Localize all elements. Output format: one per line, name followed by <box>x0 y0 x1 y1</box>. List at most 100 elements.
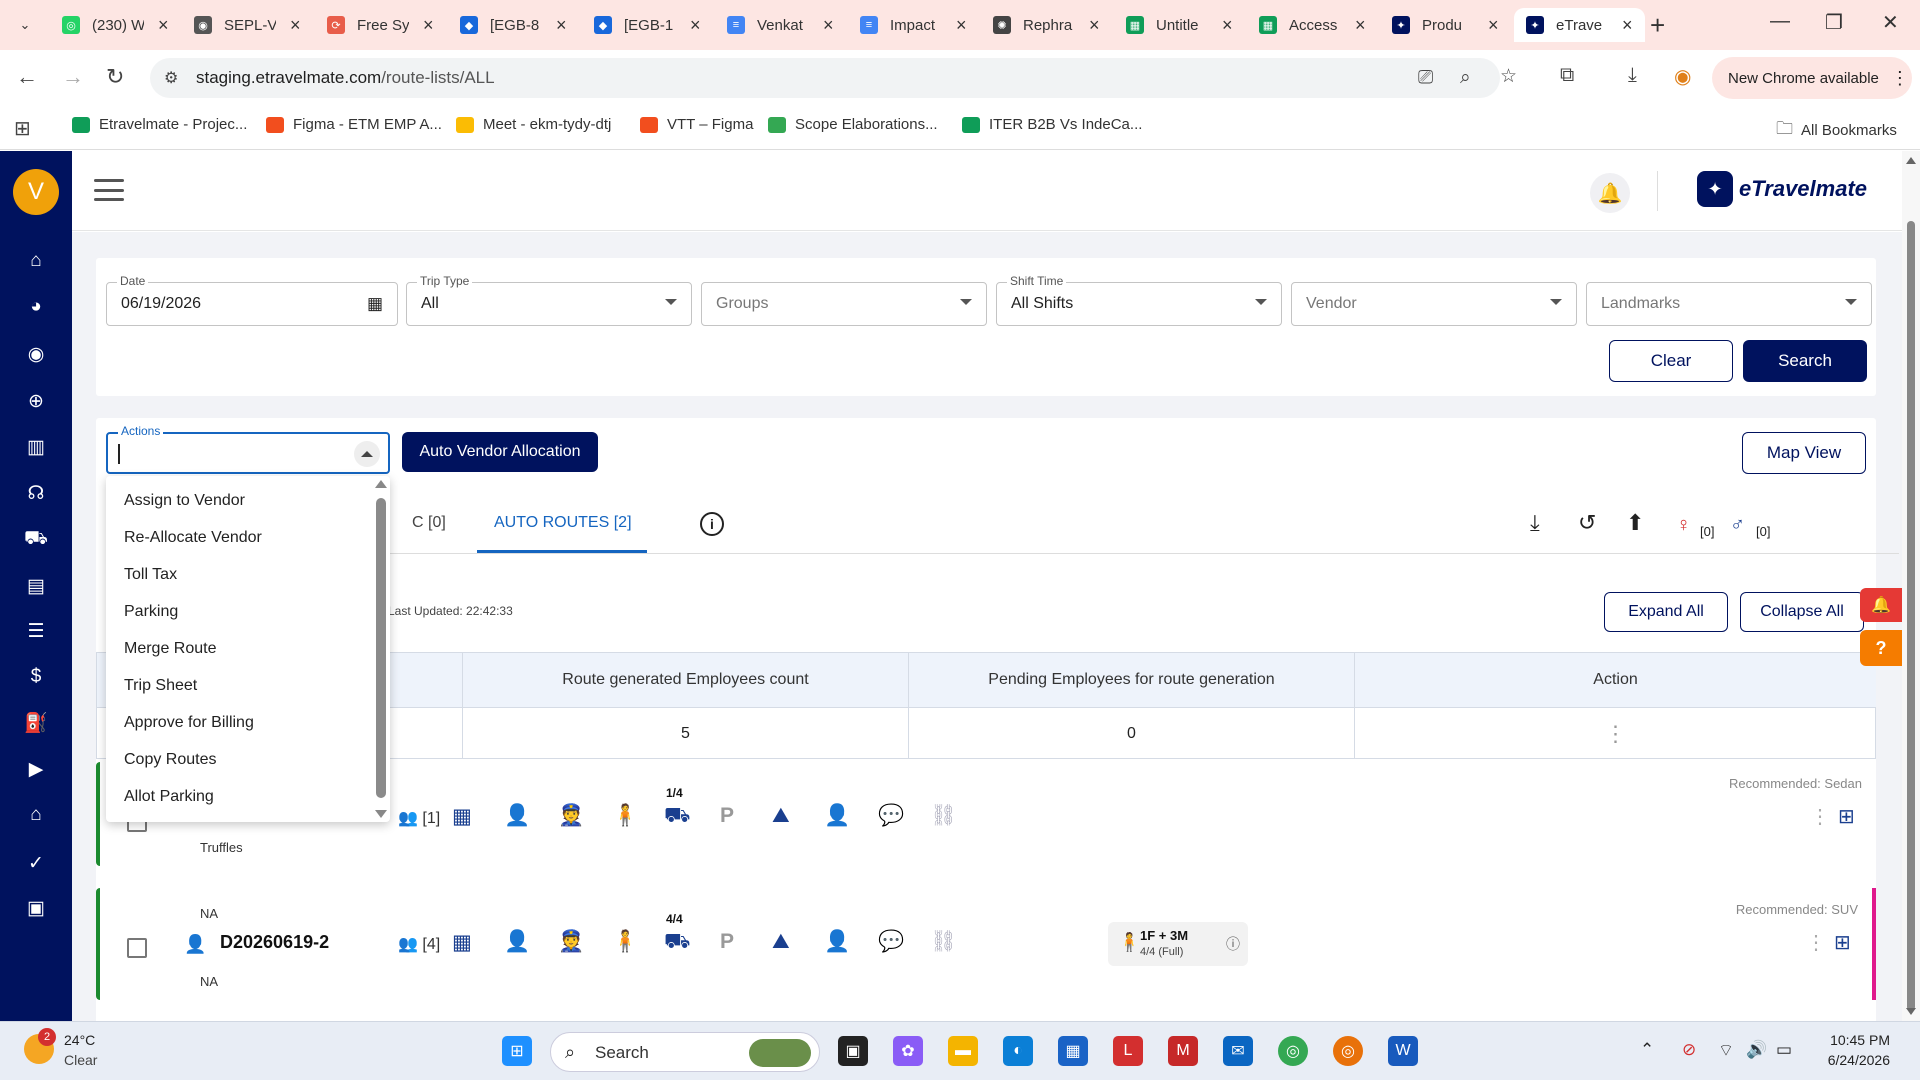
extensions-icon[interactable]: ⧉ <box>1560 64 1574 87</box>
employee-icon[interactable]: 🧍 <box>612 804 638 828</box>
scroll-up-icon[interactable] <box>375 480 387 488</box>
tab-close-icon[interactable]: × <box>1622 15 1633 36</box>
expand-route-icon[interactable]: ⊞ <box>1838 804 1855 829</box>
clipboard-icon[interactable]: ▤ <box>24 574 48 598</box>
scroll-down-icon[interactable] <box>1906 1008 1916 1015</box>
taskbar-search[interactable]: ⌕ Search <box>550 1032 820 1072</box>
avatar[interactable]: V <box>13 169 59 215</box>
video-icon[interactable]: ▶ <box>24 757 48 781</box>
tab-close-icon[interactable]: × <box>1355 15 1366 36</box>
actions-combobox[interactable]: Actions <box>106 424 390 474</box>
toll-icon[interactable]: ⛰ <box>772 804 790 828</box>
volume-icon[interactable]: 🔊 <box>1746 1040 1767 1060</box>
tab-close-icon[interactable]: × <box>1222 15 1233 36</box>
menu-item-parking[interactable]: Parking <box>124 603 178 621</box>
tab-close-icon[interactable]: × <box>556 15 567 36</box>
forward-icon[interactable]: → <box>62 64 84 90</box>
bookmark-item[interactable]: Scope Elaborations... <box>768 116 938 133</box>
wifi-icon[interactable]: ⌔ <box>1718 1040 1734 1061</box>
task-view-icon[interactable]: ▣ <box>838 1036 868 1066</box>
restore-icon[interactable]: ❐ <box>1825 10 1843 35</box>
tab-close-icon[interactable]: × <box>690 15 701 36</box>
close-window-icon[interactable]: ✕ <box>1882 10 1899 35</box>
home-icon[interactable]: ⌂ <box>24 249 48 273</box>
menu-item-toll-tax[interactable]: Toll Tax <box>124 566 177 584</box>
back-icon[interactable]: ← <box>16 64 38 90</box>
menu-item-approve-for-billing[interactable]: Approve for Billing <box>124 714 254 732</box>
download-icon[interactable]: ⤓ <box>1628 64 1637 87</box>
schedule-icon[interactable]: ▦ <box>452 930 472 955</box>
menu-item-trip-sheet[interactable]: Trip Sheet <box>124 677 197 695</box>
group-count[interactable]: 👥 [4] <box>398 934 440 954</box>
car-icon[interactable]: ⛟ <box>24 528 48 552</box>
sos-alert-button[interactable]: 🔔 <box>1860 588 1902 622</box>
tab-close-icon[interactable]: × <box>423 15 434 36</box>
notification-bell-icon[interactable]: 🔔 <box>1590 173 1630 213</box>
escort-icon[interactable]: 👮 <box>558 804 584 828</box>
start-icon[interactable]: ⊞ <box>502 1036 532 1066</box>
chrome-menu-icon[interactable]: ⋮ <box>1891 68 1909 89</box>
kebab-icon[interactable]: ⋮ <box>1810 804 1830 829</box>
clock-date[interactable]: 6/24/2026 <box>1800 1052 1890 1068</box>
kebab-icon[interactable]: ⋮ <box>1806 930 1826 955</box>
outlook-icon[interactable]: ✉ <box>1223 1036 1253 1066</box>
scrollbar-thumb[interactable] <box>1907 221 1915 1011</box>
kebab-icon[interactable]: ⋮ <box>1605 721 1627 747</box>
building-icon[interactable]: ▥ <box>24 435 48 459</box>
car-icon[interactable]: ⛟ <box>664 804 690 830</box>
check-circle-icon[interactable]: ✓ <box>24 851 48 875</box>
apps-grid-icon[interactable]: ⊞ <box>14 116 31 141</box>
tray-overflow-icon[interactable]: ⌃ <box>1640 1040 1654 1060</box>
expand-route-icon[interactable]: ⊞ <box>1834 930 1851 955</box>
vendor-select[interactable]: Vendor <box>1291 282 1577 326</box>
search-button[interactable]: Search <box>1743 340 1867 382</box>
employee-icon[interactable]: 🧍 <box>612 930 638 954</box>
schedule-icon[interactable]: ▦ <box>452 804 472 829</box>
download-report-icon[interactable]: ⤓ <box>1530 510 1540 536</box>
globe-icon[interactable]: ⊕ <box>24 389 48 413</box>
battery-icon[interactable]: ▭ <box>1776 1040 1792 1060</box>
tab-close-icon[interactable]: × <box>1089 15 1100 36</box>
browser-tab[interactable]: ▦ Access × <box>1247 8 1378 42</box>
browser-tab[interactable]: ⟳ Free Sy × <box>315 8 446 42</box>
parking-icon[interactable]: P <box>720 804 734 828</box>
palette-icon[interactable]: ◕ <box>24 295 48 319</box>
group-count[interactable]: 👥 [1] <box>398 808 440 828</box>
tab-close-icon[interactable]: × <box>823 15 834 36</box>
tab-partial[interactable]: C [0] <box>412 514 446 532</box>
menu-item-allot-parking[interactable]: Allot Parking <box>124 788 214 806</box>
menu-item-assign-to-vendor[interactable]: Assign to Vendor <box>124 492 245 510</box>
browser-tab[interactable]: ✦ eTrave × <box>1514 8 1645 42</box>
landmarks-select[interactable]: Landmarks <box>1586 282 1872 326</box>
tab-auto-routes[interactable]: AUTO ROUTES [2] <box>494 514 632 532</box>
route-checkbox[interactable] <box>127 938 147 958</box>
l-app-icon[interactable]: L <box>1113 1036 1143 1066</box>
money-icon[interactable]: $ <box>24 665 48 689</box>
date-field[interactable]: Date 06/19/2026 ▦ <box>106 274 398 326</box>
info-icon[interactable]: ⓘ <box>1226 934 1240 954</box>
upload-icon[interactable]: ⬆ <box>1626 510 1644 536</box>
calendar-icon[interactable]: ▦ <box>367 294 383 314</box>
receipt-icon[interactable]: ☰ <box>24 619 48 643</box>
hamburger-menu-icon[interactable] <box>94 179 124 201</box>
new-tab-button[interactable]: + <box>1650 10 1665 41</box>
bookmark-item[interactable]: ITER B2B Vs IndeCa... <box>962 116 1142 133</box>
browser-tab[interactable]: ▦ Untitle × <box>1114 8 1245 42</box>
map-view-button[interactable]: Map View <box>1742 432 1866 474</box>
chevron-up-icon[interactable] <box>354 441 380 467</box>
file-explorer-icon[interactable]: ▬ <box>948 1036 978 1066</box>
shift-time-select[interactable]: Shift Time All Shifts <box>996 274 1282 326</box>
driver-icon[interactable]: 👤 <box>504 930 530 954</box>
new-chrome-available-button[interactable]: New Chrome available ⋮ <box>1712 57 1912 99</box>
add-person-icon[interactable]: 👤 <box>824 804 850 828</box>
tab-close-icon[interactable]: × <box>1488 15 1499 36</box>
browser-tab[interactable]: ≡ Impact × <box>848 8 979 42</box>
report-icon[interactable]: ▣ <box>24 896 48 920</box>
browser-tab[interactable]: ✺ Rephra × <box>981 8 1112 42</box>
bookmark-item[interactable]: Meet - ekm-tydy-dtj <box>456 116 611 133</box>
trip-type-select[interactable]: Trip Type All <box>406 274 692 326</box>
chat-icon[interactable]: 💬 <box>878 930 904 954</box>
menu-item-merge-route[interactable]: Merge Route <box>124 640 217 658</box>
bookmark-item[interactable]: Figma - ETM EMP A... <box>266 116 442 133</box>
groups-select[interactable]: Groups <box>701 282 987 326</box>
